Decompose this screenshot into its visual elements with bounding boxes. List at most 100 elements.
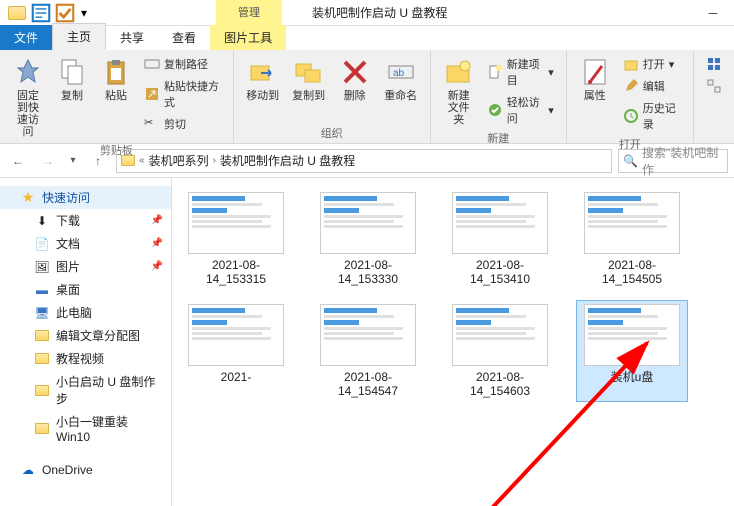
copy-path-button[interactable]: 复制路径 (140, 54, 225, 74)
file-item[interactable]: 装机u盘 (576, 300, 688, 402)
history-icon (623, 108, 639, 124)
forward-button[interactable]: → (36, 149, 60, 173)
qat-checkbox-icon[interactable] (54, 2, 76, 24)
desktop-icon: ▬ (34, 282, 50, 298)
qat-dropdown-icon[interactable]: ▾ (78, 2, 90, 24)
sidebar-onedrive[interactable]: ☁OneDrive (0, 459, 171, 481)
tab-share[interactable]: 共享 (106, 25, 158, 50)
folder-icon (34, 421, 50, 437)
pin-icon (12, 56, 44, 88)
ribbon-group-new: 新建文件夹 新建项目 ▾ 轻松访问 ▾ 新建 (431, 50, 567, 143)
sidebar-documents[interactable]: 📄文档📌 (0, 232, 171, 255)
copy-icon (56, 56, 88, 88)
move-to-button[interactable]: 移动到 (242, 54, 284, 104)
file-label: 2021-08-14_153410 (448, 258, 552, 286)
file-thumbnail (188, 304, 284, 366)
new-item-icon (487, 64, 503, 80)
sidebar-desktop[interactable]: ▬桌面 (0, 278, 171, 301)
rename-icon: ab (385, 56, 417, 88)
search-icon: 🔍 (623, 154, 638, 168)
file-item[interactable]: 2021-08-14_153410 (444, 188, 556, 290)
download-icon: ⬇ (34, 213, 50, 229)
rename-button[interactable]: ab 重命名 (380, 54, 422, 104)
tab-home[interactable]: 主页 (52, 23, 106, 50)
main-area: ★快速访问 ⬇下载📌 📄文档📌 🖼图片📌 ▬桌面 🖥此电脑 编辑文章分配图 教程… (0, 178, 734, 506)
history-button[interactable]: 历史记录 (619, 98, 685, 134)
path-icon (144, 56, 160, 72)
tab-file[interactable]: 文件 (0, 25, 52, 50)
paste-shortcut-button[interactable]: 粘贴快捷方式 (140, 76, 225, 112)
ribbon: 固定到快速访问 复制 粘贴 复制路径 粘贴快捷方式 ✂剪切 剪贴板 移动到 (0, 50, 734, 144)
file-item[interactable]: 2021-08-14_153315 (180, 188, 292, 290)
qat-folder-icon[interactable] (6, 2, 28, 24)
pin-to-quick-access-button[interactable]: 固定到快速访问 (8, 54, 48, 140)
pin-icon: 📌 (151, 238, 163, 249)
select-btn2[interactable] (702, 76, 726, 96)
file-item[interactable]: 2021-08-14_154505 (576, 188, 688, 290)
easy-access-icon (487, 102, 503, 118)
pc-icon: 🖥 (34, 305, 50, 321)
tab-view[interactable]: 查看 (158, 25, 210, 50)
edit-button[interactable]: 编辑 (619, 76, 685, 96)
back-button[interactable]: ← (6, 149, 30, 173)
address-bar[interactable]: « 装机吧系列› 装机吧制作启动 U 盘教程 (116, 149, 612, 173)
open-button[interactable]: 打开 ▾ (619, 54, 685, 74)
pin-icon: 📌 (151, 215, 163, 226)
new-item-button[interactable]: 新建项目 ▾ (483, 54, 558, 90)
easy-access-button[interactable]: 轻松访问 ▾ (483, 92, 558, 128)
sidebar-downloads[interactable]: ⬇下载📌 (0, 209, 171, 232)
sidebar-edit-article[interactable]: 编辑文章分配图 (0, 324, 171, 347)
copy-button[interactable]: 复制 (52, 54, 92, 104)
file-label: 2021-08-14_154505 (580, 258, 684, 286)
file-item[interactable]: 2021-08-14_154603 (444, 300, 556, 402)
sidebar-xiaobai-reinstall[interactable]: 小白一键重装 Win10 (0, 410, 171, 447)
file-thumbnail (452, 192, 548, 254)
file-thumbnail (188, 192, 284, 254)
ribbon-group-select (694, 50, 734, 143)
search-placeholder: 搜索"装机吧制作 (642, 144, 723, 178)
select-btn1[interactable] (702, 54, 726, 74)
copy-to-button[interactable]: 复制到 (288, 54, 330, 104)
contextual-tool-tab: 管理 (216, 0, 282, 26)
file-label: 2021-08-14_154547 (316, 370, 420, 398)
paste-button[interactable]: 粘贴 (96, 54, 136, 104)
file-thumbnail (584, 192, 680, 254)
up-button[interactable]: ↑ (86, 149, 110, 173)
sidebar-quick-access[interactable]: ★快速访问 (0, 186, 171, 209)
file-label: 装机u盘 (611, 370, 654, 384)
svg-text:ab: ab (393, 68, 405, 79)
minimize-button[interactable]: ─ (696, 0, 730, 26)
search-input[interactable]: 🔍 搜索"装机吧制作 (618, 149, 728, 173)
tab-picture-tools[interactable]: 图片工具 (210, 25, 286, 50)
delete-icon (339, 56, 371, 88)
delete-button[interactable]: 删除 (334, 54, 376, 104)
ribbon-group-clipboard: 固定到快速访问 复制 粘贴 复制路径 粘贴快捷方式 ✂剪切 剪贴板 (0, 50, 234, 143)
ribbon-group-organize: 移动到 复制到 删除 ab 重命名 组织 (234, 50, 431, 143)
tool-tab-label: 管理 (216, 0, 282, 26)
cut-button[interactable]: ✂剪切 (140, 114, 225, 134)
file-item[interactable]: 2021-08-14_154547 (312, 300, 424, 402)
window-title: 装机吧制作启动 U 盘教程 (312, 4, 447, 21)
scissors-icon: ✂ (144, 116, 160, 132)
properties-button[interactable]: 属性 (575, 54, 615, 104)
title-bar: ▾ 管理 装机吧制作启动 U 盘教程 ─ (0, 0, 734, 26)
sidebar-this-pc[interactable]: 🖥此电脑 (0, 301, 171, 324)
window-controls: ─ (696, 0, 734, 26)
ribbon-group-open: 属性 打开 ▾ 编辑 历史记录 打开 (567, 50, 694, 143)
sidebar-tutorial-video[interactable]: 教程视频 (0, 347, 171, 370)
file-item[interactable]: 2021- (180, 300, 292, 402)
file-list[interactable]: 2021-08-14_153315 2021-08-14_153330 2021-0… (172, 178, 734, 506)
sidebar-pictures[interactable]: 🖼图片📌 (0, 255, 171, 278)
breadcrumb-part1: 装机吧系列› (149, 152, 216, 169)
qat-properties-icon[interactable] (30, 2, 52, 24)
new-folder-button[interactable]: 新建文件夹 (439, 54, 479, 128)
copy-to-icon (293, 56, 325, 88)
file-thumbnail (452, 304, 548, 366)
file-label: 2021-08-14_154603 (448, 370, 552, 398)
pin-icon: 📌 (151, 261, 163, 272)
shortcut-icon (144, 86, 160, 102)
file-label: 2021-08-14_153330 (316, 258, 420, 286)
sidebar-xiaobai-usb[interactable]: 小白启动 U 盘制作步 (0, 370, 171, 410)
recent-dropdown[interactable]: ▾ (66, 149, 80, 173)
file-item[interactable]: 2021-08-14_153330 (312, 188, 424, 290)
